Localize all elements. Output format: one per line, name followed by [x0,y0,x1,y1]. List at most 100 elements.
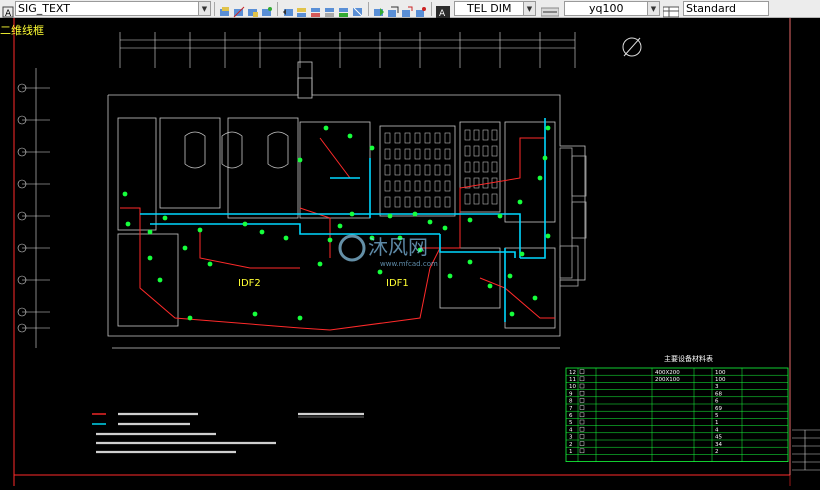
outlet-point [125,221,131,227]
chevron-down-icon[interactable]: ▼ [523,2,535,15]
outlet-point [147,255,153,261]
chevron-down-icon[interactable]: ▼ [198,2,210,15]
layer-prev-icon[interactable] [282,3,294,16]
table-row-qty: 3 [715,384,719,390]
layer-off-icon[interactable] [233,3,245,17]
text-style-combo[interactable]: SIG_TEXT ▼ [15,1,211,16]
separator [431,1,432,16]
desk [414,196,421,208]
desk [491,145,498,157]
desk [404,180,411,192]
layer-states-icon[interactable] [296,3,308,17]
desk [491,161,498,173]
table-row-qty: 4 [715,427,719,433]
desk [384,148,391,160]
layer-delete-icon[interactable] [352,3,364,16]
desk [404,164,411,176]
desk [444,132,451,144]
table-row-number: 4 [569,427,573,433]
table-row-qty: 100 [715,377,726,383]
table-style-icon[interactable] [662,3,680,17]
outlet-point [497,213,503,219]
table-row-symbol [579,448,585,454]
layer-isolate-icon[interactable] [310,3,322,17]
dim-style-value: TEL DIM [467,2,512,15]
table-row-number: 11 [569,377,576,383]
table-style-combo[interactable]: Standard [683,1,769,16]
table-row-qty: 100 [715,370,726,376]
desk [444,164,451,176]
green-outlets [122,125,551,321]
outlet-point [297,157,303,163]
text-dim-icon[interactable]: A [436,3,450,19]
building-plan [107,61,587,349]
table-row-qty: 68 [715,391,722,397]
desk [434,180,441,192]
table-rows: 12 400X200 10011 200X100 10010 39 688 67 696 55 14… [565,367,789,462]
table-row-number: 12 [569,370,576,376]
desk [473,145,480,157]
table-row-qty: 6 [715,399,719,405]
layer-current-icon[interactable] [415,3,427,17]
multileader-style-value: yq100 [589,2,624,15]
desk [464,145,471,157]
layer-unisolate-icon[interactable] [324,3,336,17]
desk [482,129,489,141]
outlet-point [323,125,329,131]
desk [434,132,441,144]
table-row-symbol [579,441,585,446]
desk-rows [384,129,498,208]
outlet-point [545,233,551,239]
desk [444,180,451,192]
viewport-label[interactable]: 二维线框 [0,22,44,38]
table-row-spec: 400X200 [655,370,680,376]
cable-legend [92,412,364,454]
separator [277,1,278,16]
dim-style-combo[interactable]: TEL DIM ▼ [454,1,536,16]
table-row-qty: 69 [715,406,722,412]
multileader-style-combo[interactable]: yq100 ▼ [564,1,660,16]
outlet-point [197,227,203,233]
table-row-qty: 5 [715,413,719,419]
outlet-point [242,221,248,227]
layer-match-icon[interactable] [261,3,273,16]
layer-freeze-icon[interactable] [219,3,231,16]
table-row-qty: 45 [715,435,722,441]
layer-merge-icon[interactable] [373,3,385,16]
svg-text:A: A [439,9,446,18]
chevron-down-icon[interactable]: ▼ [647,2,659,15]
table-row-number: 8 [569,399,573,405]
outlet-point [207,261,213,267]
layer-change-icon[interactable] [401,3,413,17]
outlet-point [412,211,418,217]
table-row-symbol [579,376,585,382]
axis-bubbles [17,83,27,333]
dim-icon[interactable] [540,3,560,16]
outlet-point [259,229,265,235]
equipment-table: 主要设备材料表 12 400X200 10011 200X100 10010 39 688 6… [565,354,789,462]
desk [424,196,431,208]
outlet-point [187,315,193,321]
outlet-point [447,273,453,279]
outlet-point [377,269,383,275]
table-row-number: 7 [569,406,573,412]
table-row-symbol [579,412,585,418]
drawing-canvas[interactable]: IDF2 IDF1 沐风网 www.mfcad.com 主要设备材料表 12 4… [0,18,820,486]
table-row-number: 2 [569,442,573,448]
layer-copy-icon[interactable] [387,3,399,17]
desk [491,193,498,205]
outlet-point [157,277,163,283]
outlet-point [317,261,323,267]
cyan-cable-route [140,118,546,322]
outlet-point [387,213,393,219]
desk [414,132,421,144]
table-row-symbol [579,434,585,439]
title-block [792,429,820,471]
text-style-icon[interactable]: A [2,3,14,19]
desk [424,132,431,144]
layer-walk-icon[interactable] [338,3,350,17]
north-symbol [622,37,642,57]
outlet-point [252,311,258,317]
layer-lock-icon[interactable] [247,3,259,17]
drawing-svg[interactable]: IDF2 IDF1 沐风网 www.mfcad.com 主要设备材料表 12 4… [0,18,820,486]
